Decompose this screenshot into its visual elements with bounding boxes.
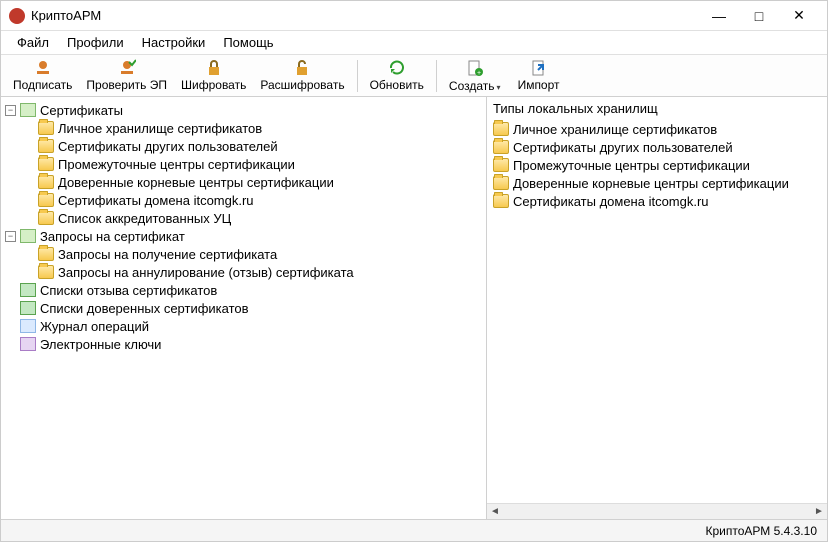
maximize-button[interactable]: □ bbox=[739, 2, 779, 30]
list-item[interactable]: Сертификаты других пользователей bbox=[487, 138, 827, 156]
detail-pane: Типы локальных хранилищ Личное хранилище… bbox=[487, 97, 827, 519]
encrypt-button[interactable]: Шифровать bbox=[175, 57, 252, 94]
toolbar-separator bbox=[436, 60, 437, 92]
refresh-icon bbox=[388, 59, 406, 77]
tree-node-accredited-ca[interactable]: Список аккредитованных УЦ bbox=[19, 209, 486, 227]
stamp-check-icon bbox=[118, 59, 136, 77]
menu-file[interactable]: Файл bbox=[9, 33, 57, 52]
tree-node-crl[interactable]: Списки отзыва сертификатов bbox=[1, 281, 486, 299]
menu-settings[interactable]: Настройки bbox=[134, 33, 214, 52]
sign-button[interactable]: Подписать bbox=[7, 57, 78, 94]
lock-icon bbox=[205, 59, 223, 77]
new-doc-icon: + bbox=[466, 59, 484, 77]
decrypt-button[interactable]: Расшифровать bbox=[254, 57, 350, 94]
tree-node-ekeys[interactable]: Электронные ключи bbox=[1, 335, 486, 353]
verify-button[interactable]: Проверить ЭП bbox=[80, 57, 173, 94]
cert-group-icon bbox=[20, 103, 36, 117]
app-icon bbox=[9, 8, 25, 24]
folder-icon bbox=[493, 122, 509, 136]
svg-text:+: + bbox=[477, 70, 481, 77]
create-button[interactable]: + Создать▾ bbox=[443, 57, 507, 95]
request-group-icon bbox=[20, 229, 36, 243]
chevron-down-icon: ▾ bbox=[497, 83, 501, 92]
tree-node-trusted-lists[interactable]: Списки доверенных сертификатов bbox=[1, 299, 486, 317]
toolbar-separator bbox=[357, 60, 358, 92]
stamp-icon bbox=[34, 59, 52, 77]
menubar: Файл Профили Настройки Помощь bbox=[1, 31, 827, 55]
list-item[interactable]: Доверенные корневые центры сертификации bbox=[487, 174, 827, 192]
tree-node-intermediate-ca[interactable]: Промежуточные центры сертификации bbox=[19, 155, 486, 173]
folder-icon bbox=[493, 194, 509, 208]
tree-pane[interactable]: − Сертификаты Личное хранилище сертифика… bbox=[1, 97, 487, 519]
toolbar: Подписать Проверить ЭП Шифровать Расшифр… bbox=[1, 55, 827, 97]
folder-icon bbox=[38, 175, 54, 189]
list-item[interactable]: Сертификаты домена itcomgk.ru bbox=[487, 192, 827, 210]
scroll-right-icon[interactable]: ► bbox=[811, 504, 827, 520]
window-title: КриптоАРМ bbox=[31, 8, 699, 23]
folder-icon bbox=[38, 121, 54, 135]
collapse-icon[interactable]: − bbox=[5, 231, 16, 242]
folder-icon bbox=[38, 211, 54, 225]
tree-node-domain-certs[interactable]: Сертификаты домена itcomgk.ru bbox=[19, 191, 486, 209]
folder-icon bbox=[38, 247, 54, 261]
tree-node-requests[interactable]: − Запросы на сертификат bbox=[1, 227, 486, 245]
titlebar: КриптоАРМ — □ ✕ bbox=[1, 1, 827, 31]
tree-node-trusted-root-ca[interactable]: Доверенные корневые центры сертификации bbox=[19, 173, 486, 191]
key-icon bbox=[20, 337, 36, 351]
menu-help[interactable]: Помощь bbox=[215, 33, 281, 52]
folder-icon bbox=[38, 157, 54, 171]
status-version: КриптоАРМ 5.4.3.10 bbox=[706, 524, 817, 538]
tree-node-personal-store[interactable]: Личное хранилище сертификатов bbox=[19, 119, 486, 137]
list-item[interactable]: Личное хранилище сертификатов bbox=[487, 120, 827, 138]
close-button[interactable]: ✕ bbox=[779, 2, 819, 30]
content-area: − Сертификаты Личное хранилище сертифика… bbox=[1, 97, 827, 519]
tree-node-operations-log[interactable]: Журнал операций bbox=[1, 317, 486, 335]
trust-list-icon bbox=[20, 301, 36, 315]
import-button[interactable]: Импорт bbox=[509, 57, 569, 94]
statusbar: КриптоАРМ 5.4.3.10 bbox=[1, 519, 827, 541]
scroll-left-icon[interactable]: ◄ bbox=[487, 504, 503, 520]
folder-icon bbox=[38, 265, 54, 279]
folder-icon bbox=[493, 176, 509, 190]
store-list[interactable]: Личное хранилище сертификатов Сертификат… bbox=[487, 120, 827, 503]
collapse-icon[interactable]: − bbox=[5, 105, 16, 116]
folder-icon bbox=[38, 139, 54, 153]
tree-node-certificates[interactable]: − Сертификаты bbox=[1, 101, 486, 119]
refresh-button[interactable]: Обновить bbox=[364, 57, 430, 94]
tree-node-issue-requests[interactable]: Запросы на получение сертификата bbox=[19, 245, 486, 263]
tree-node-other-users[interactable]: Сертификаты других пользователей bbox=[19, 137, 486, 155]
log-icon bbox=[20, 319, 36, 333]
unlock-icon bbox=[293, 59, 311, 77]
folder-icon bbox=[493, 140, 509, 154]
folder-icon bbox=[493, 158, 509, 172]
folder-icon bbox=[38, 193, 54, 207]
list-item[interactable]: Промежуточные центры сертификации bbox=[487, 156, 827, 174]
import-icon bbox=[530, 59, 548, 77]
crl-icon bbox=[20, 283, 36, 297]
horizontal-scrollbar[interactable]: ◄ ► bbox=[487, 503, 827, 519]
menu-profiles[interactable]: Профили bbox=[59, 33, 132, 52]
detail-header: Типы локальных хранилищ bbox=[487, 97, 827, 120]
tree-node-revoke-requests[interactable]: Запросы на аннулирование (отзыв) сертифи… bbox=[19, 263, 486, 281]
minimize-button[interactable]: — bbox=[699, 2, 739, 30]
